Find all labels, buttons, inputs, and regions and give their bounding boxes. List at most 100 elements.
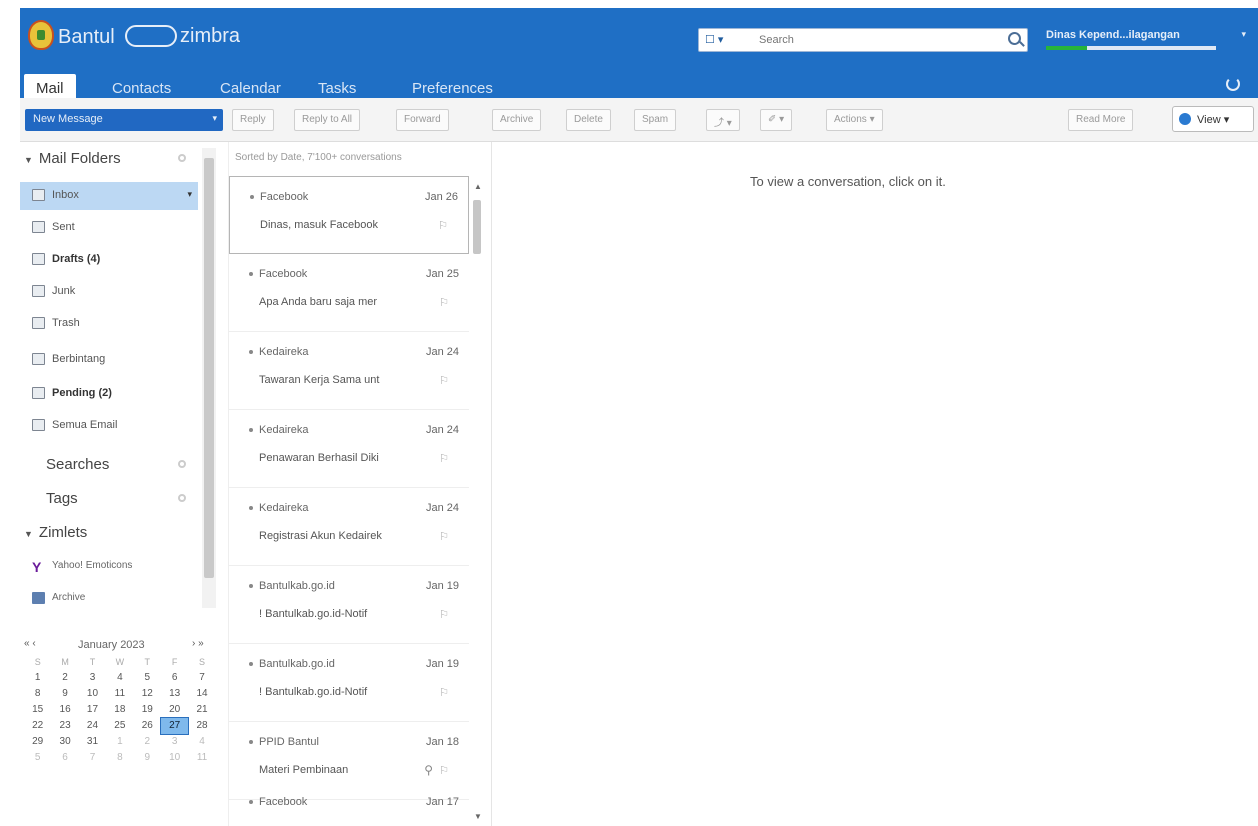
mail-folders-header[interactable]: ▼ Mail Folders [24, 150, 121, 167]
calendar-day[interactable]: 10 [79, 686, 106, 702]
list-item[interactable]: Facebook Jan 25 Apa Anda baru saja mer ⚐ [229, 254, 469, 332]
searches-header[interactable]: Searches [46, 456, 109, 473]
folder-berbintang[interactable]: Berbintang [20, 346, 198, 374]
chevron-down-icon[interactable]: ▾ [187, 189, 192, 200]
calendar-day[interactable]: 15 [24, 702, 51, 718]
scroll-up-icon[interactable]: ▲ [474, 182, 482, 191]
user-menu[interactable]: Dinas Kepend...ilagangan [1046, 29, 1180, 41]
calendar-next-buttons[interactable]: › » [192, 638, 204, 649]
calendar-day[interactable]: 30 [51, 734, 78, 750]
calendar-day[interactable]: 26 [134, 718, 161, 734]
search-input[interactable] [757, 31, 997, 49]
list-item[interactable]: Facebook Jan 17 [229, 782, 469, 826]
calendar-day[interactable]: 11 [106, 686, 133, 702]
calendar-day[interactable]: 1 [106, 734, 133, 750]
calendar-day[interactable]: 7 [188, 670, 215, 686]
calendar-day[interactable]: 6 [51, 750, 78, 766]
calendar-day[interactable]: 4 [188, 734, 215, 750]
zimlet-archive[interactable]: Archive [20, 586, 200, 612]
calendar-day[interactable]: 28 [188, 718, 215, 734]
folder-sent[interactable]: Sent [20, 214, 198, 242]
calendar-day[interactable]: 25 [106, 718, 133, 734]
flag-icon[interactable]: ⚐ [438, 219, 448, 232]
folder-drafts[interactable]: Drafts (4) [20, 246, 198, 274]
calendar-day-today[interactable]: 27 [159, 717, 190, 735]
gear-icon[interactable] [178, 460, 186, 468]
calendar-day[interactable]: 21 [188, 702, 215, 718]
refresh-icon[interactable] [1226, 77, 1240, 91]
calendar-day[interactable]: 4 [106, 670, 133, 686]
calendar-prev-buttons[interactable]: « ‹ [24, 638, 36, 649]
calendar-day[interactable]: 11 [188, 750, 215, 766]
gear-icon[interactable] [178, 154, 186, 162]
triangle-down-icon[interactable]: ▼ [24, 155, 33, 165]
tags-header[interactable]: Tags [46, 490, 78, 507]
calendar-day[interactable]: 2 [51, 670, 78, 686]
chevron-down-icon[interactable]: ▾ [1241, 29, 1246, 40]
calendar-day[interactable]: 18 [106, 702, 133, 718]
folder-junk[interactable]: Junk [20, 278, 198, 306]
actions-button[interactable]: Actions ▾ [826, 109, 883, 131]
archive-button[interactable]: Archive [492, 109, 542, 131]
calendar-day[interactable]: 1 [24, 670, 51, 686]
tag-button[interactable]: ✐ ▾ [760, 109, 793, 131]
calendar-day[interactable]: 9 [134, 750, 161, 766]
folder-pending[interactable]: Pending (2) [20, 380, 198, 408]
calendar-day[interactable]: 5 [134, 670, 161, 686]
read-more-button[interactable]: Read More [1068, 109, 1134, 131]
folder-inbox[interactable]: Inbox ▾ [20, 182, 198, 210]
flag-icon[interactable]: ⚐ [439, 608, 449, 621]
calendar-day[interactable]: 9 [51, 686, 78, 702]
view-button[interactable]: View ▾ [1172, 106, 1254, 132]
calendar-day[interactable]: 8 [106, 750, 133, 766]
zimlet-yahoo-emoticons[interactable]: Y Yahoo! Emoticons [20, 554, 200, 580]
triangle-down-icon[interactable]: ▼ [24, 529, 33, 539]
calendar-day[interactable]: 31 [79, 734, 106, 750]
reply-button[interactable]: Reply [232, 109, 274, 131]
list-scrollbar[interactable]: ▲ ▼ [471, 182, 483, 822]
calendar-day[interactable]: 19 [134, 702, 161, 718]
list-item[interactable]: Kedaireka Jan 24 Registrasi Akun Kedaire… [229, 488, 469, 566]
list-item[interactable]: Bantulkab.go.id Jan 19 ! Bantulkab.go.id… [229, 644, 469, 722]
flag-icon[interactable]: ⚐ [439, 296, 449, 309]
calendar-day[interactable]: 7 [79, 750, 106, 766]
calendar-day[interactable]: 24 [79, 718, 106, 734]
calendar-day[interactable]: 10 [161, 750, 188, 766]
calendar-day[interactable]: 16 [51, 702, 78, 718]
flag-icon[interactable]: ⚐ [439, 452, 449, 465]
calendar-day[interactable]: 3 [161, 734, 188, 750]
calendar-day[interactable]: 14 [188, 686, 215, 702]
calendar-day[interactable]: 5 [24, 750, 51, 766]
folder-trash[interactable]: Trash [20, 310, 198, 338]
flag-icon[interactable]: ⚐ [439, 530, 449, 543]
calendar-day[interactable]: 29 [24, 734, 51, 750]
calendar-day[interactable]: 23 [51, 718, 78, 734]
calendar-day[interactable]: 8 [24, 686, 51, 702]
folder-semua-email[interactable]: Semua Email [20, 412, 198, 440]
calendar-day[interactable]: 6 [161, 670, 188, 686]
search-scope-dropdown[interactable]: ☐ ▾ [705, 33, 723, 46]
calendar-day[interactable]: 3 [79, 670, 106, 686]
sidebar-scrollbar[interactable] [202, 148, 216, 608]
new-message-button[interactable]: New Message ▾ [25, 109, 223, 131]
reply-all-button[interactable]: Reply to All [294, 109, 361, 131]
spam-button[interactable]: Spam [634, 109, 677, 131]
move-button[interactable]: ⤴ ▾ [706, 109, 740, 131]
calendar-day[interactable]: 2 [134, 734, 161, 750]
zimlets-header[interactable]: ▼ Zimlets [24, 524, 87, 541]
calendar-day[interactable]: 17 [79, 702, 106, 718]
sidebar-scroll-thumb[interactable] [204, 158, 214, 578]
scroll-down-icon[interactable]: ▼ [474, 812, 482, 821]
flag-icon[interactable]: ⚐ [439, 686, 449, 699]
calendar-day[interactable]: 13 [161, 686, 188, 702]
list-item[interactable]: Kedaireka Jan 24 Penawaran Berhasil Diki… [229, 410, 469, 488]
list-scroll-thumb[interactable] [473, 200, 481, 254]
calendar-day[interactable]: 22 [24, 718, 51, 734]
chevron-down-icon[interactable]: ▾ [212, 113, 217, 124]
gear-icon[interactable] [178, 494, 186, 502]
list-item[interactable]: Bantulkab.go.id Jan 19 ! Bantulkab.go.id… [229, 566, 469, 644]
sort-header[interactable]: Sorted by Date, 7'100+ conversations [235, 152, 402, 163]
flag-icon[interactable]: ⚐ [439, 374, 449, 387]
search-icon[interactable] [1008, 32, 1021, 45]
calendar-day[interactable]: 12 [134, 686, 161, 702]
